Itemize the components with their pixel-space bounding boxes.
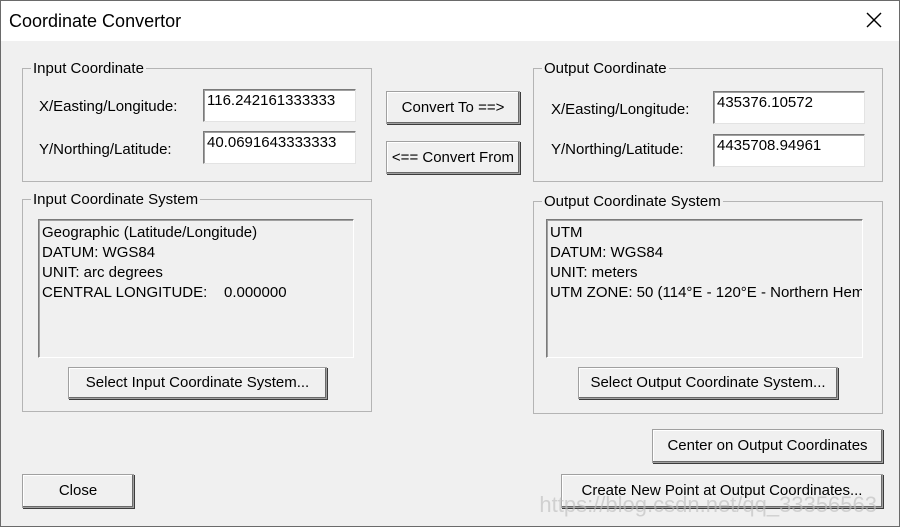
input-coordinate-system-legend: Input Coordinate System bbox=[33, 191, 199, 208]
output-system-line: UTM ZONE: 50 (114°E - 120°E - Northern H… bbox=[550, 284, 862, 301]
output-y-label: Y/Northing/Latitude: bbox=[551, 141, 684, 158]
output-system-line: UNIT: meters bbox=[550, 264, 638, 281]
output-coordinate-system-info[interactable]: UTM DATUM: WGS84 UNIT: meters UTM ZONE: … bbox=[546, 219, 863, 358]
input-system-line: CENTRAL LONGITUDE: 0.000000 bbox=[42, 284, 287, 301]
close-button[interactable]: Close bbox=[22, 474, 134, 508]
input-coordinate-system-info[interactable]: Geographic (Latitude/Longitude) DATUM: W… bbox=[38, 219, 354, 358]
select-input-coordinate-system-button[interactable]: Select Input Coordinate System... bbox=[68, 367, 327, 399]
output-system-line: DATUM: WGS84 bbox=[550, 244, 664, 261]
output-x-label: X/Easting/Longitude: bbox=[551, 101, 690, 118]
output-y-field[interactable]: 4435708.94961 bbox=[713, 134, 865, 167]
input-system-line: UNIT: arc degrees bbox=[42, 264, 163, 281]
coordinate-convertor-dialog: Coordinate Convertor Input Coordinate X/… bbox=[0, 0, 900, 527]
create-new-point-button[interactable]: Create New Point at Output Coordinates..… bbox=[561, 474, 883, 508]
input-x-field[interactable]: 116.242161333333 bbox=[203, 89, 356, 122]
window-title: Coordinate Convertor bbox=[9, 11, 182, 31]
output-coordinate-legend: Output Coordinate bbox=[544, 60, 667, 77]
input-coordinate-legend: Input Coordinate bbox=[33, 60, 144, 77]
input-system-line: Geographic (Latitude/Longitude) bbox=[42, 224, 258, 241]
title-bar: Coordinate Convertor bbox=[1, 1, 899, 41]
input-x-label: X/Easting/Longitude: bbox=[39, 98, 178, 115]
close-window-icon[interactable] bbox=[863, 9, 885, 31]
center-on-output-coordinates-button[interactable]: Center on Output Coordinates bbox=[652, 429, 883, 463]
convert-from-button[interactable]: <== Convert From bbox=[386, 141, 520, 174]
input-system-line: DATUM: WGS84 bbox=[42, 244, 156, 261]
output-coordinate-system-legend: Output Coordinate System bbox=[544, 193, 721, 210]
convert-to-button[interactable]: Convert To ==> bbox=[386, 91, 520, 124]
output-system-line: UTM bbox=[550, 224, 583, 241]
input-y-field[interactable]: 40.0691643333333 bbox=[203, 131, 356, 164]
output-x-field[interactable]: 435376.10572 bbox=[713, 91, 865, 124]
input-y-label: Y/Northing/Latitude: bbox=[39, 141, 172, 158]
select-output-coordinate-system-button[interactable]: Select Output Coordinate System... bbox=[578, 367, 838, 399]
